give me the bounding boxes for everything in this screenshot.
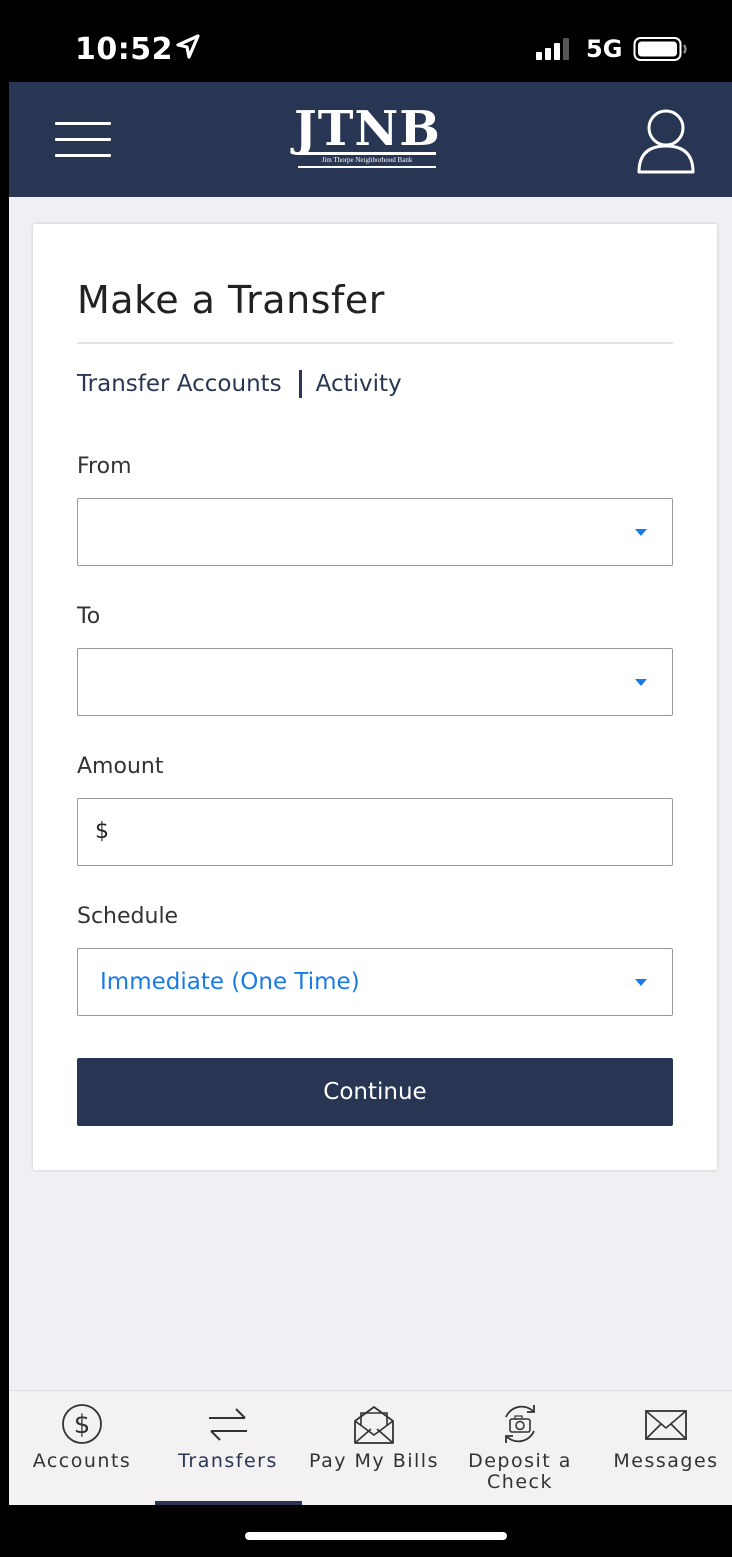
network-type: 5G (586, 35, 623, 63)
transfer-subnav: Transfer Accounts Activity (77, 370, 402, 398)
amount-input[interactable]: $ (77, 798, 673, 866)
home-indicator-area (9, 1505, 732, 1557)
subnav-separator (298, 370, 302, 398)
transfer-accounts-link[interactable]: Transfer Accounts (77, 371, 282, 397)
tab-accounts[interactable]: $ Accounts (9, 1391, 155, 1506)
tab-pay-my-bills[interactable]: Pay My Bills (301, 1391, 447, 1506)
arrows-swap-icon (209, 1408, 247, 1441)
tab-deposit-check[interactable]: Deposit a Check (447, 1391, 593, 1506)
home-indicator[interactable] (245, 1532, 507, 1540)
status-bar: 10:52 5G (9, 0, 732, 82)
bottom-tab-bar: $ Accounts Transfers Pay My Bills Deposi… (9, 1390, 732, 1506)
envelope-icon (645, 1410, 687, 1440)
dollar-circle-icon: $ (62, 1404, 102, 1444)
open-envelope-icon (354, 1406, 394, 1444)
app-header: JTNB Jim Thorpe Neighborhood Bank (9, 82, 732, 197)
svg-text:$: $ (74, 1410, 91, 1440)
schedule-value: Immediate (One Time) (100, 969, 360, 995)
from-select[interactable] (77, 498, 673, 566)
currency-prefix: $ (95, 819, 109, 844)
from-label: From (77, 454, 132, 479)
logo-subtitle: Jim Thorpe Neighborhood Bank (321, 156, 413, 164)
chevron-down-icon (635, 529, 647, 536)
page-title: Make a Transfer (77, 278, 385, 322)
activity-link[interactable]: Activity (316, 371, 402, 397)
chevron-down-icon (635, 979, 647, 986)
bank-logo[interactable]: JTNB Jim Thorpe Neighborhood Bank (294, 101, 441, 174)
tab-messages[interactable]: Messages (593, 1391, 732, 1506)
transfer-card: Make a Transfer Transfer Accounts Activi… (33, 224, 717, 1170)
tab-label: Pay My Bills (309, 1450, 439, 1472)
tab-transfers[interactable]: Transfers (155, 1391, 301, 1506)
location-arrow-icon (176, 34, 200, 59)
logo-text: JTNB (294, 101, 441, 157)
divider (77, 342, 673, 344)
phone-screen: 10:52 5G JTNB Jim Thorpe Neighborhood Ba… (9, 0, 732, 1557)
amount-label: Amount (77, 754, 164, 779)
battery-icon (633, 37, 687, 61)
schedule-label: Schedule (77, 904, 179, 929)
tab-label: Transfers (178, 1450, 278, 1472)
to-select[interactable] (77, 648, 673, 716)
cellular-signal-icon (536, 38, 569, 60)
tab-label: Accounts (32, 1450, 132, 1472)
camera-refresh-icon (505, 1405, 535, 1443)
main-content: Make a Transfer Transfer Accounts Activi… (9, 197, 732, 1390)
tab-label: Messages (613, 1450, 719, 1472)
schedule-select[interactable]: Immediate (One Time) (77, 948, 673, 1016)
tab-label: Deposit a Check (468, 1450, 572, 1493)
hamburger-menu-icon[interactable] (55, 122, 111, 158)
status-time: 10:52 (75, 32, 173, 67)
chevron-down-icon (635, 679, 647, 686)
user-profile-icon[interactable] (633, 106, 699, 176)
to-label: To (77, 604, 101, 629)
continue-button[interactable]: Continue (77, 1058, 673, 1126)
